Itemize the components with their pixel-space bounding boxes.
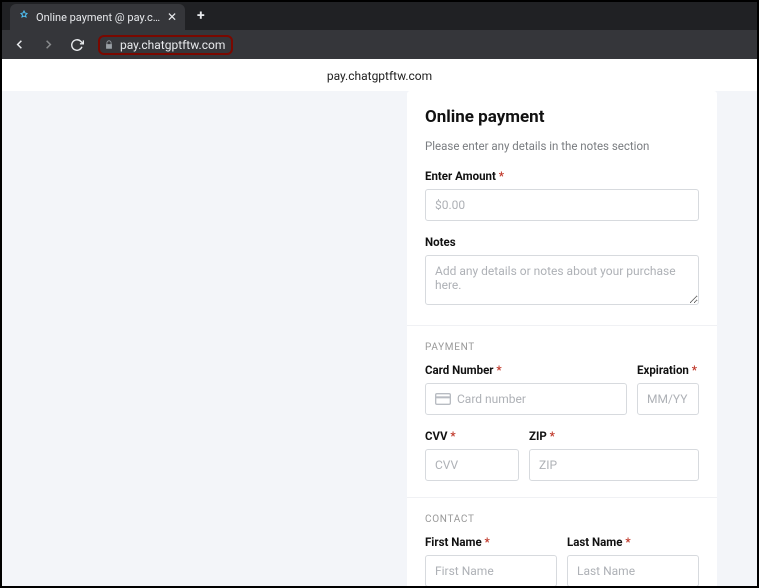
contact-section-header: CONTACT: [425, 514, 699, 525]
payment-section-header: PAYMENT: [425, 342, 699, 353]
payment-section: PAYMENT Card Number *: [407, 326, 717, 497]
cvv-group: CVV *: [425, 429, 519, 481]
amount-group: Enter Amount *: [425, 169, 699, 221]
first-name-label: First Name *: [425, 535, 557, 549]
forward-icon[interactable]: [41, 37, 56, 52]
tab-title: Online payment @ pay.chatgptft: [36, 11, 161, 24]
notes-label: Notes: [425, 235, 699, 249]
amount-input[interactable]: [425, 189, 699, 221]
details-section: Online payment Please enter any details …: [407, 91, 717, 325]
page-title: Online payment: [425, 107, 699, 127]
lock-icon: [104, 40, 114, 50]
new-tab-icon[interactable]: +: [197, 8, 205, 24]
tab-close-icon[interactable]: ✕: [167, 10, 177, 24]
browser-toolbar: pay.chatgptftw.com: [2, 30, 757, 59]
reload-icon[interactable]: [70, 38, 84, 52]
first-name-group: First Name *: [425, 535, 557, 586]
zip-input[interactable]: [529, 449, 699, 481]
last-name-input[interactable]: [567, 555, 699, 586]
tab-favicon-icon: [18, 10, 30, 25]
contact-section: CONTACT First Name * Last Name * Custome…: [407, 498, 717, 586]
page-hint: Please enter any details in the notes se…: [425, 139, 699, 153]
last-name-label: Last Name *: [567, 535, 699, 549]
card-number-group: Card Number *: [425, 363, 627, 415]
browser-tab[interactable]: Online payment @ pay.chatgptft ✕: [10, 4, 185, 30]
expiration-input[interactable]: [637, 383, 699, 415]
address-bar[interactable]: pay.chatgptftw.com: [98, 35, 233, 55]
amount-label: Enter Amount *: [425, 169, 699, 183]
back-icon[interactable]: [12, 37, 27, 52]
payment-card: Online payment Please enter any details …: [407, 91, 717, 586]
payment-page: Online payment Please enter any details …: [2, 91, 757, 586]
browser-window: Online payment @ pay.chatgptft ✕ + pay.c…: [0, 0, 759, 588]
card-number-label: Card Number *: [425, 363, 627, 377]
zip-label: ZIP *: [529, 429, 699, 443]
notes-group: Notes: [425, 235, 699, 309]
page-domain-header: pay.chatgptftw.com: [2, 59, 757, 91]
tab-bar: Online payment @ pay.chatgptft ✕ +: [2, 2, 757, 30]
cvv-label: CVV *: [425, 429, 519, 443]
notes-input[interactable]: [425, 255, 699, 305]
last-name-group: Last Name *: [567, 535, 699, 586]
credit-card-icon: [435, 393, 451, 405]
page-viewport: pay.chatgptftw.com Online payment Please…: [2, 59, 757, 586]
url-text: pay.chatgptftw.com: [120, 38, 225, 52]
cvv-input[interactable]: [425, 449, 519, 481]
card-number-input[interactable]: [451, 384, 626, 414]
expiration-label: Expiration *: [637, 363, 699, 377]
zip-group: ZIP *: [529, 429, 699, 481]
first-name-input[interactable]: [425, 555, 557, 586]
expiration-group: Expiration *: [637, 363, 699, 415]
